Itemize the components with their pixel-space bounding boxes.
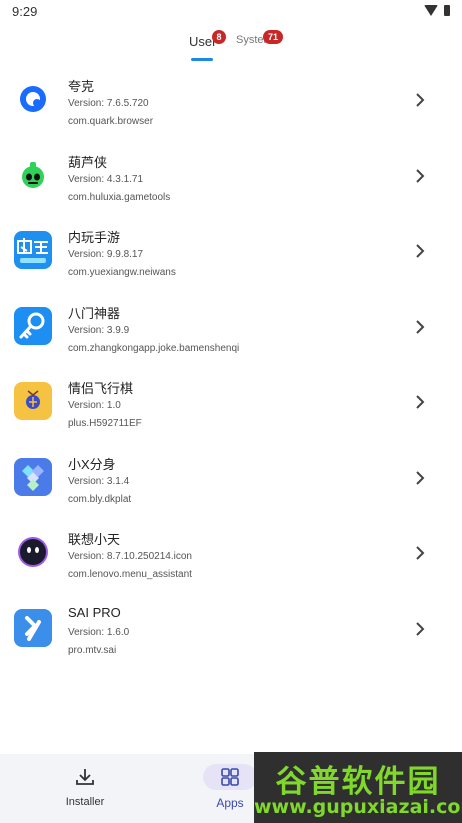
watermark: 谷普软件园 www.gupuxiazai.com — [254, 752, 462, 823]
app-package: com.huluxia.gametools — [68, 191, 171, 203]
app-list-item[interactable]: 情侣飞行棋 Version: 1.0 plus.H592711EF — [0, 370, 462, 446]
app-package: pro.mtv.sai — [68, 644, 117, 656]
app-package: com.yuexiangw.neiwans — [68, 267, 176, 278]
app-version: Version: 9.9.8.17 — [68, 249, 144, 260]
chevron-right-icon[interactable] — [412, 470, 428, 486]
chevron-right-icon[interactable] — [412, 319, 428, 335]
app-name: 夸克 — [68, 79, 95, 94]
watermark-title: 谷普软件园 — [275, 764, 441, 800]
status-bar: 9:29 — [0, 0, 462, 24]
neiwan-icon — [14, 231, 52, 269]
bamen-key-icon — [14, 306, 52, 345]
app-package: plus.H592711EF — [68, 418, 142, 429]
app-list-item[interactable]: 内玩手游 Version: 9.9.8.17 com.yuexiangw.nei… — [0, 219, 462, 295]
watermark-url: www.gupuxiazai.com — [254, 796, 462, 818]
xiaox-icon — [14, 457, 52, 496]
app-name: 情侣飞行棋 — [68, 381, 134, 396]
app-list-item[interactable]: 小X分身 Version: 3.1.4 com.bly.dkplat — [0, 446, 462, 522]
app-list: 夸克 Version: 7.6.5.720 com.quark.browser … — [0, 68, 462, 672]
apps-grid-icon — [203, 764, 257, 790]
user-count-badge: 8 — [212, 30, 226, 44]
app-list-item[interactable]: 葫芦侠 Version: 4.3.1.71 com.huluxia.gameto… — [0, 144, 462, 220]
flight-chess-icon — [14, 382, 52, 420]
app-version: Version: 4.3.1.71 — [68, 173, 144, 185]
tab-indicator — [191, 58, 213, 61]
chevron-right-icon[interactable] — [412, 394, 428, 410]
chevron-right-icon[interactable] — [412, 92, 428, 108]
app-version: Version: 1.6.0 — [68, 626, 130, 638]
chevron-right-icon[interactable] — [412, 243, 428, 259]
app-list-item[interactable]: 联想小天 Version: 8.7.10.250214.icon com.len… — [0, 521, 462, 597]
app-list-item[interactable]: 夸克 Version: 7.6.5.720 com.quark.browser — [0, 68, 462, 144]
app-version: Version: 8.7.10.250214.icon — [68, 551, 192, 562]
sai-icon — [14, 608, 52, 647]
quark-icon — [14, 80, 52, 118]
app-name: SAI PRO — [68, 604, 121, 620]
huluxia-icon — [14, 156, 52, 194]
app-version: Version: 1.0 — [68, 400, 121, 411]
app-name: 内玩手游 — [68, 230, 121, 245]
app-name: 小X分身 — [68, 456, 116, 472]
app-version: Version: 7.6.5.720 — [68, 98, 149, 109]
app-name: 葫芦侠 — [68, 154, 108, 170]
system-count-badge: 71 — [263, 30, 283, 44]
app-package: com.bly.dkplat — [68, 493, 132, 505]
chevron-right-icon[interactable] — [412, 168, 428, 184]
app-package: com.zhangkongapp.joke.bamenshenqi — [68, 342, 240, 354]
app-package: com.quark.browser — [68, 116, 154, 127]
app-name: 联想小天 — [68, 532, 121, 547]
nav-installer-label: Installer — [65, 796, 105, 808]
tab-bar: User 8 System 71 — [0, 30, 462, 64]
app-version: Version: 3.9.9 — [68, 324, 130, 336]
app-name: 八门神器 — [68, 305, 121, 321]
chevron-right-icon[interactable] — [412, 545, 428, 561]
app-package: com.lenovo.menu_assistant — [68, 569, 192, 580]
app-list-item[interactable]: SAI PRO Version: 1.6.0 pro.mtv.sai — [0, 597, 462, 673]
status-icons — [424, 5, 450, 16]
download-icon — [58, 764, 112, 790]
app-version: Version: 3.1.4 — [68, 475, 130, 487]
lenovo-assistant-icon — [14, 533, 52, 571]
wifi-icon — [424, 5, 438, 16]
battery-icon — [444, 5, 450, 16]
nav-installer[interactable]: Installer — [25, 754, 145, 823]
chevron-right-icon[interactable] — [412, 621, 428, 637]
status-time: 9:29 — [12, 4, 38, 19]
app-list-item[interactable]: 八门神器 Version: 3.9.9 com.zhangkongapp.jok… — [0, 295, 462, 371]
